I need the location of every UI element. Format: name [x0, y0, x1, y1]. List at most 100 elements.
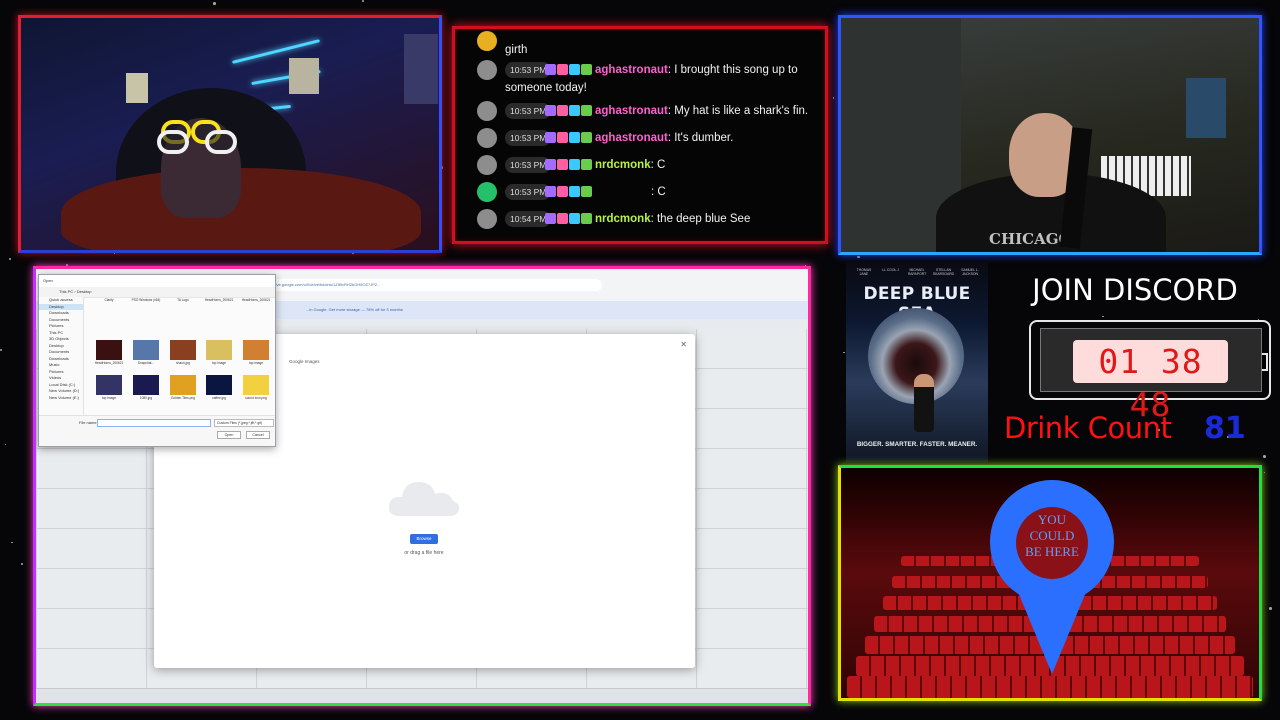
wall-poster — [404, 34, 438, 104]
image-file-icon[interactable] — [170, 340, 196, 360]
trophy-avatar-icon[interactable] — [477, 31, 497, 51]
file-name[interactable]: top image — [240, 361, 272, 366]
chat-message-body: nrdcmonk: C — [595, 156, 665, 174]
star — [8, 257, 12, 260]
badge-icon — [557, 213, 568, 224]
user-badges — [545, 105, 592, 117]
image-file-icon[interactable] — [243, 375, 269, 395]
user-badges — [545, 64, 592, 76]
badge-icon — [581, 186, 592, 197]
file-name[interactable]: HeadHorns_200621 — [240, 298, 272, 303]
badge-icon — [569, 132, 580, 143]
file-name[interactable]: caffee.jpg — [203, 396, 235, 401]
file-dialog-footer: File name: Custom Files (*.jpeg;*.jfif;*… — [39, 415, 275, 446]
file-dialog-nav-pane: Quick access Desktop Downloads Documents Pic… — [39, 297, 84, 416]
badge-icon — [545, 213, 556, 224]
file-name[interactable]: PSO Windows (x64) — [130, 298, 162, 303]
star — [843, 351, 845, 353]
badge-icon — [557, 132, 568, 143]
cloud-upload-icon — [388, 482, 460, 516]
user-badges — [545, 186, 592, 198]
file-name[interactable]: HeadHorns_200621 — [203, 298, 235, 303]
file-dialog-file-grid: Clarity PSO Windows (x64) TA Logo HeadHorns… — [85, 298, 273, 414]
pin-text-line: YOU — [1037, 512, 1067, 527]
file-name[interactable]: Snapchat... — [130, 361, 162, 366]
badge-icon — [569, 159, 580, 170]
image-file-icon[interactable] — [96, 375, 122, 395]
wall-poster — [126, 73, 148, 103]
address-bar[interactable]: drive.google.com/u/0/drive/folders/1Zlt9… — [266, 279, 602, 291]
image-file-icon[interactable] — [170, 375, 196, 395]
user-avatar-icon[interactable] — [477, 209, 497, 229]
file-name[interactable]: top image — [203, 361, 235, 366]
file-name[interactable]: Clarity — [93, 298, 125, 303]
image-file-icon[interactable] — [206, 340, 232, 360]
star — [1102, 315, 1104, 318]
chat-message-text: : My hat is like a shark's fin. — [667, 105, 809, 117]
star — [362, 0, 365, 2]
file-dialog-title: Open — [43, 278, 53, 283]
chat-username[interactable]: aghastronaut — [595, 132, 668, 144]
badge-icon — [581, 105, 592, 116]
file-name[interactable]: TA Logo — [167, 298, 199, 303]
star — [0, 348, 3, 351]
open-button[interactable]: Open — [217, 431, 241, 439]
chat-username[interactable] — [595, 185, 651, 195]
badge-icon — [545, 186, 556, 197]
user-avatar-icon[interactable] — [477, 155, 497, 175]
wall-poster — [289, 58, 319, 94]
user-avatar-icon[interactable] — [477, 60, 497, 80]
badge-icon — [569, 213, 580, 224]
chat-username[interactable]: nrdcmonk — [595, 159, 651, 171]
filename-label: File name: — [79, 420, 98, 425]
drag-hint: or drag a file here — [404, 550, 444, 556]
chat-username[interactable]: aghastronaut — [595, 64, 668, 76]
star — [1263, 471, 1266, 474]
user-badges — [545, 213, 592, 225]
close-icon[interactable]: ✕ — [680, 340, 687, 349]
user-badges — [545, 132, 592, 144]
chat-username[interactable]: nrdcmonk — [595, 213, 651, 225]
file-name[interactable]: 1080.jpg — [130, 396, 162, 401]
actor-name: THOMAS JANE — [856, 268, 872, 276]
file-open-dialog: Open This PC › Desktop Quick access Deskt… — [38, 274, 276, 447]
star — [1263, 454, 1266, 458]
actor-name: SAMUEL L. JACKSON — [961, 268, 979, 276]
default-avatar-icon[interactable] — [477, 182, 497, 202]
badge-icon — [581, 64, 592, 75]
file-name[interactable]: shaun.jpg — [167, 361, 199, 366]
screen-capture: drive.google.com/u/0/drive/folders/1Zlt9… — [33, 266, 811, 706]
badge-icon — [581, 132, 592, 143]
file-name[interactable]: sound icon.png — [240, 396, 272, 401]
status-bar — [36, 688, 808, 703]
chat-panel: girth 10:53 PM aghastronaut: I brought thi… — [452, 26, 828, 244]
star — [833, 97, 835, 99]
image-file-icon[interactable] — [96, 340, 122, 360]
chat-username[interactable]: aghastronaut — [595, 105, 668, 117]
star — [857, 255, 861, 259]
file-name[interactable]: HeadHorns_200621 — [93, 361, 125, 366]
poster-figure — [914, 374, 934, 432]
badge-icon — [557, 64, 568, 75]
wall-poster — [1186, 78, 1226, 138]
file-name[interactable]: top image — [93, 396, 125, 401]
nav-item[interactable]: New Volume (E:) — [39, 395, 83, 402]
webcam-right: CHICAGO — [838, 15, 1262, 255]
chat-message-text: : the deep blue See — [650, 213, 751, 225]
tab-google-images[interactable]: Google Images — [289, 359, 320, 364]
actor-name: MICHAEL RAPAPORT — [907, 268, 927, 276]
chat-message-text: : C — [650, 159, 666, 171]
user-avatar-icon[interactable] — [477, 101, 497, 121]
cancel-button[interactable]: Cancel — [246, 431, 270, 439]
badge-icon — [545, 159, 556, 170]
browse-button[interactable]: Browse — [410, 534, 438, 544]
badge-icon — [557, 105, 568, 116]
image-file-icon[interactable] — [243, 340, 269, 360]
filetype-select[interactable]: Custom Files (*.jpeg;*.jfif;*.gif) — [214, 419, 274, 427]
image-file-icon[interactable] — [206, 375, 232, 395]
image-file-icon[interactable] — [133, 340, 159, 360]
image-file-icon[interactable] — [133, 375, 159, 395]
user-avatar-icon[interactable] — [477, 128, 497, 148]
file-name[interactable]: Golden Tiles.png — [167, 396, 199, 401]
filename-input[interactable] — [97, 419, 211, 427]
